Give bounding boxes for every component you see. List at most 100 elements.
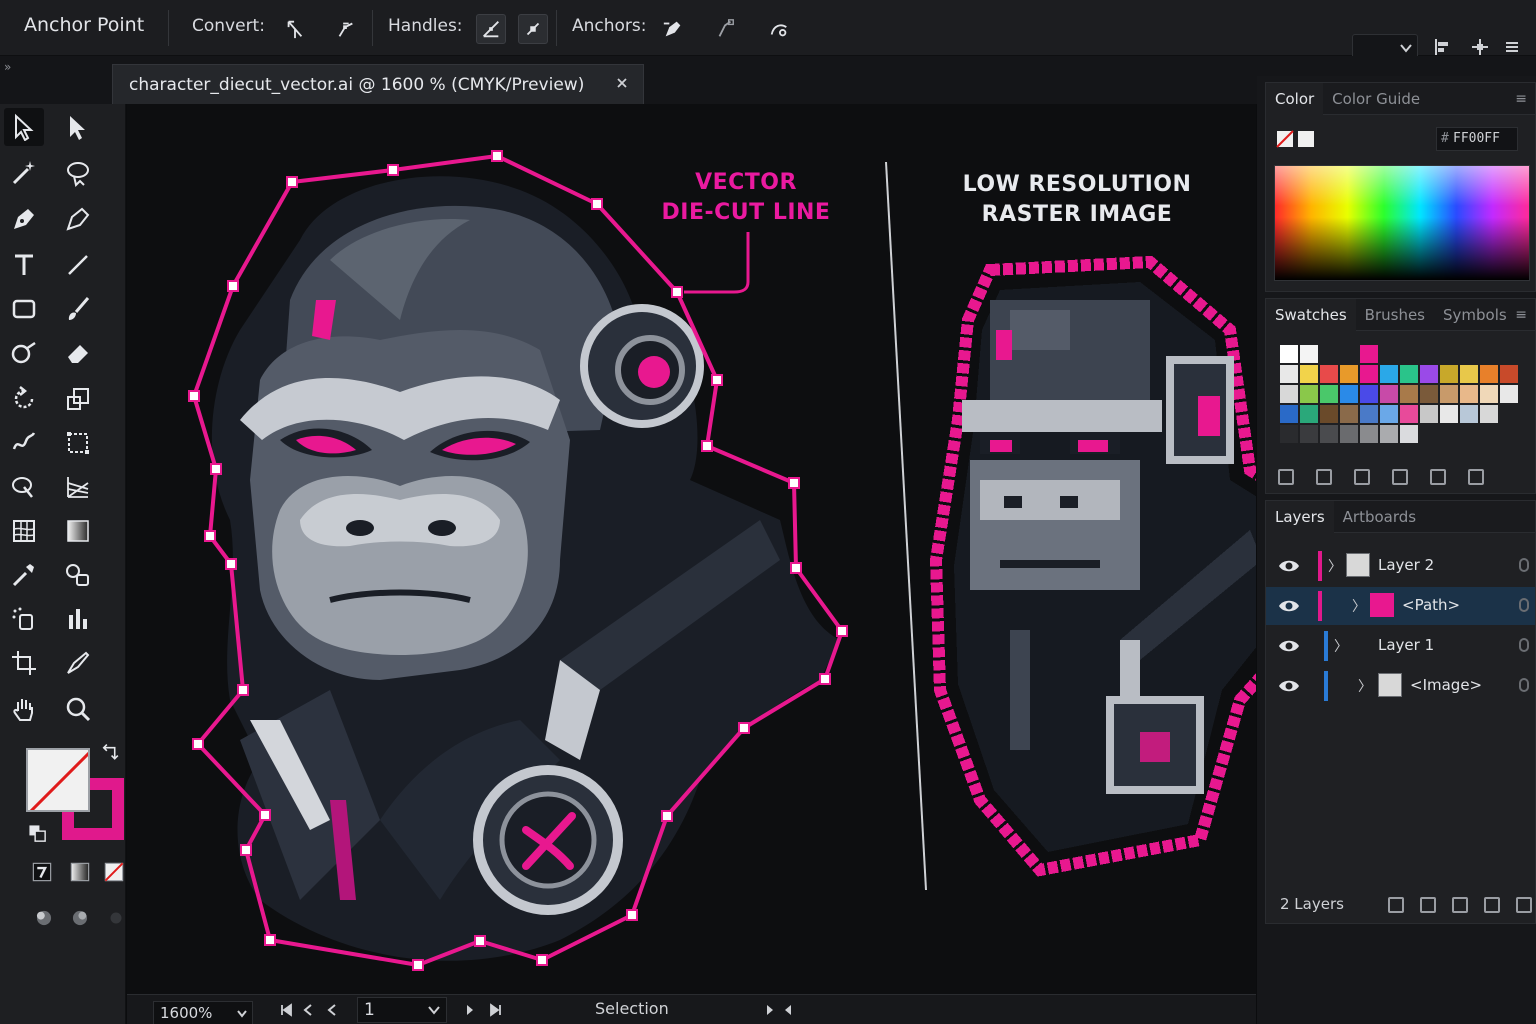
swatch[interactable] — [1380, 405, 1398, 423]
tab-layers[interactable]: Layers — [1266, 500, 1334, 533]
eraser-tool[interactable] — [58, 334, 98, 372]
hide-handles-button[interactable] — [518, 14, 548, 44]
tab-color[interactable]: Color — [1266, 82, 1324, 115]
slice-tool[interactable] — [58, 644, 98, 682]
close-tab-button[interactable] — [613, 74, 631, 92]
swatch[interactable] — [1360, 385, 1378, 403]
swatch[interactable] — [1300, 365, 1318, 383]
eyedropper-tool[interactable] — [4, 556, 44, 594]
swatch[interactable] — [1320, 345, 1338, 363]
lasso-tool[interactable] — [58, 154, 98, 192]
direct-selection-tool[interactable] — [58, 108, 98, 146]
hand-tool[interactable] — [4, 690, 44, 728]
rectangle-tool[interactable] — [4, 290, 44, 328]
new-color-group-icon[interactable] — [1392, 469, 1408, 485]
mesh-tool[interactable] — [4, 512, 44, 550]
panel-menu-icon[interactable]: ≡ — [1515, 307, 1527, 323]
new-swatch-icon[interactable] — [1430, 469, 1446, 485]
locate-object-icon[interactable] — [1388, 897, 1404, 913]
expand-caret-icon[interactable]: 〉 — [1334, 636, 1348, 656]
layer-row-layer-1[interactable]: 〉 Layer 1 — [1266, 627, 1535, 665]
swatch[interactable] — [1460, 405, 1478, 423]
swatch[interactable] — [1380, 385, 1398, 403]
swatch[interactable] — [1400, 345, 1418, 363]
rotate-tool[interactable] — [4, 380, 44, 418]
type-tool[interactable] — [4, 246, 44, 284]
panel-menu-icon[interactable]: ≡ — [1515, 91, 1527, 107]
show-handles-button[interactable] — [476, 14, 506, 44]
swatch[interactable] — [1400, 405, 1418, 423]
swatch[interactable] — [1280, 385, 1298, 403]
swatch[interactable] — [1320, 405, 1338, 423]
swatch[interactable] — [1360, 345, 1378, 363]
gradient-tool[interactable] — [58, 512, 98, 550]
convert-corner-button[interactable] — [280, 14, 310, 44]
swatch[interactable] — [1280, 345, 1298, 363]
swatch[interactable] — [1340, 385, 1358, 403]
tab-swatches[interactable]: Swatches — [1266, 298, 1356, 331]
fill-color-swatch[interactable] — [26, 748, 90, 812]
swatch[interactable] — [1480, 365, 1498, 383]
status-text[interactable]: Selection — [595, 999, 669, 1018]
swatch[interactable] — [1280, 365, 1298, 383]
swatch[interactable] — [1360, 425, 1378, 443]
swatch[interactable] — [1360, 405, 1378, 423]
target-circle-icon[interactable] — [1519, 598, 1529, 612]
swatch[interactable] — [1500, 385, 1518, 403]
tab-color-guide[interactable]: Color Guide — [1323, 83, 1429, 115]
remove-anchor-button[interactable] — [658, 14, 688, 44]
hex-color-field[interactable]: # FF00FF — [1436, 127, 1518, 151]
swatch[interactable] — [1380, 345, 1398, 363]
make-clipping-mask-icon[interactable] — [1420, 897, 1436, 913]
swatch-options-icon[interactable] — [1316, 469, 1332, 485]
swatch[interactable] — [1460, 365, 1478, 383]
swatch[interactable] — [1400, 385, 1418, 403]
draw-behind-button[interactable] — [64, 902, 96, 934]
zoom-tool[interactable] — [58, 690, 98, 728]
swatch[interactable] — [1280, 405, 1298, 423]
swatch[interactable] — [1420, 365, 1438, 383]
delete-swatch-icon[interactable] — [1468, 469, 1484, 485]
shaper-tool[interactable] — [4, 334, 44, 372]
draw-normal-button[interactable] — [28, 902, 60, 934]
swatch[interactable] — [1360, 365, 1378, 383]
swatch[interactable] — [1300, 385, 1318, 403]
new-layer-icon[interactable] — [1484, 897, 1500, 913]
previous-artboard-alt-button[interactable] — [323, 1001, 341, 1019]
swatch[interactable] — [1440, 385, 1458, 403]
delete-layer-icon[interactable] — [1516, 897, 1532, 913]
expand-caret-icon[interactable]: 〉 — [1352, 596, 1366, 616]
swatch[interactable] — [1340, 405, 1358, 423]
first-artboard-button[interactable] — [277, 1001, 295, 1019]
visibility-eye-icon[interactable] — [1278, 637, 1300, 655]
artboard-canvas[interactable]: VECTOR DIE-CUT LINE LOW RESOLUTION RASTE… — [127, 104, 1256, 994]
previous-artboard-button[interactable] — [299, 1001, 317, 1019]
swatch[interactable] — [1280, 425, 1298, 443]
target-circle-icon[interactable] — [1519, 558, 1529, 572]
swatch[interactable] — [1500, 405, 1518, 423]
swatch[interactable] — [1380, 365, 1398, 383]
swatch[interactable] — [1480, 345, 1498, 363]
swatch[interactable] — [1440, 405, 1458, 423]
line-segment-tool[interactable] — [58, 246, 98, 284]
artboard-dropdown-button[interactable] — [425, 1001, 443, 1019]
curvature-tool[interactable] — [58, 200, 98, 238]
swatch[interactable] — [1400, 425, 1418, 443]
swatch[interactable] — [1500, 345, 1518, 363]
warp-tool[interactable] — [4, 424, 44, 462]
color-mode-button[interactable] — [26, 856, 58, 888]
swap-fill-stroke-button[interactable] — [96, 740, 124, 768]
new-sublayer-icon[interactable] — [1452, 897, 1468, 913]
swatch[interactable] — [1400, 365, 1418, 383]
swatch[interactable] — [1380, 425, 1398, 443]
swatch[interactable] — [1500, 365, 1518, 383]
layer-row-image[interactable]: 〉 <Image> — [1266, 667, 1535, 705]
show-kinds-icon[interactable] — [1354, 469, 1370, 485]
free-transform-tool[interactable] — [58, 424, 98, 462]
swatch[interactable] — [1460, 345, 1478, 363]
layer-name[interactable]: <Image> — [1410, 676, 1482, 694]
swatch[interactable] — [1320, 385, 1338, 403]
layer-name[interactable]: Layer 1 — [1378, 636, 1434, 654]
last-artboard-button[interactable] — [487, 1001, 505, 1019]
tab-artboards[interactable]: Artboards — [1334, 501, 1425, 533]
